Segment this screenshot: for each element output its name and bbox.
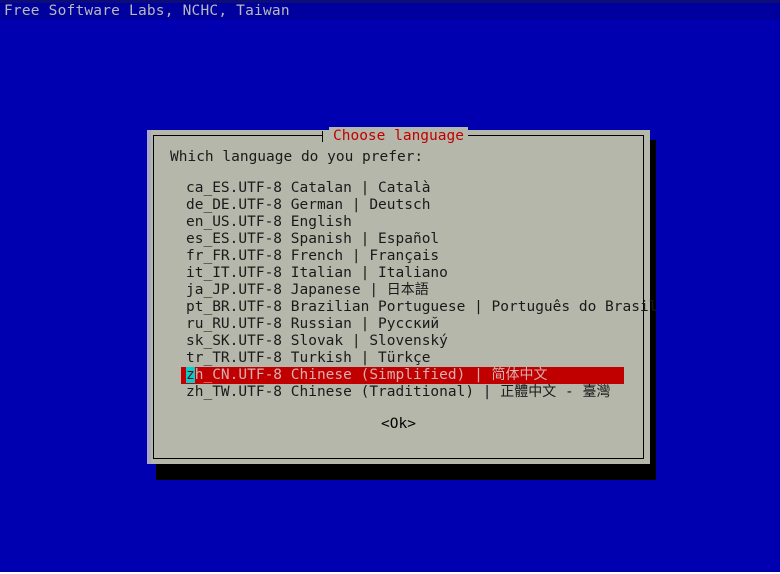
option-text: ja_JP.UTF-8 Japanese |	[186, 282, 387, 298]
language-option[interactable]: en_US.UTF-8 English	[154, 214, 643, 231]
native-name-cjk: 正體中文	[500, 384, 557, 400]
option-text: ca_ES.UTF-8 Catalan | Català	[186, 180, 431, 196]
option-text: zh_TW.UTF-8 Chinese (Traditional) |	[186, 384, 501, 400]
option-text: es_ES.UTF-8 Spanish | Español	[186, 231, 440, 247]
language-option[interactable]: tr_TR.UTF-8 Turkish | Türkçe	[154, 350, 643, 367]
option-text: sk_SK.UTF-8 Slovak | Slovenský	[186, 333, 448, 349]
dialog-title: Choose language	[329, 127, 468, 145]
dialog-frame: Choose language Which language do you pr…	[153, 127, 657, 459]
language-option[interactable]: de_DE.UTF-8 German | Deutsch	[154, 197, 643, 214]
language-option[interactable]: ru_RU.UTF-8 Russian | Русский	[154, 316, 643, 333]
language-option[interactable]: fr_FR.UTF-8 French | Français	[154, 248, 643, 265]
dialog-button-row: <Ok>	[154, 413, 643, 433]
language-option[interactable]: es_ES.UTF-8 Spanish | Español	[154, 231, 643, 248]
option-text: h_CN.UTF-8 Chinese (Simplified) |	[194, 367, 492, 383]
text-cursor: z	[186, 367, 195, 383]
language-option[interactable]: pt_BR.UTF-8 Brazilian Portuguese | Portu…	[154, 299, 657, 316]
terminal-screen: Free Software Labs, NCHC, Taiwan Choose …	[0, 0, 780, 574]
dialog-prompt: Which language do you prefer:	[170, 149, 424, 165]
choose-language-dialog: Choose language Which language do you pr…	[147, 127, 657, 464]
dialog-title-tick-left	[322, 131, 323, 142]
option-text: fr_FR.UTF-8 French | Français	[186, 248, 440, 264]
dialog-left-bevel	[147, 130, 151, 464]
option-text: en_US.UTF-8 English	[186, 214, 352, 230]
language-option[interactable]: it_IT.UTF-8 Italian | Italiano	[154, 265, 643, 282]
option-text: de_DE.UTF-8 German | Deutsch	[186, 197, 431, 213]
language-option[interactable]: zh_CN.UTF-8 Chinese (Simplified) | 简体中文	[181, 367, 624, 384]
option-text: -	[556, 384, 583, 400]
language-option[interactable]: sk_SK.UTF-8 Slovak | Slovenský	[154, 333, 643, 350]
option-text: it_IT.UTF-8 Italian | Italiano	[186, 265, 448, 281]
native-name-cjk: 简体中文	[491, 367, 548, 383]
option-text: tr_TR.UTF-8 Turkish | Türkçe	[186, 350, 431, 366]
banner-text: Free Software Labs, NCHC, Taiwan	[0, 3, 780, 20]
language-option[interactable]: ja_JP.UTF-8 Japanese | 日本語	[154, 282, 643, 299]
option-text: ru_RU.UTF-8 Russian | Русский	[186, 316, 440, 332]
language-option[interactable]: zh_TW.UTF-8 Chinese (Traditional) | 正體中文…	[154, 384, 643, 401]
native-name-cjk: 臺灣	[582, 384, 611, 400]
option-text: pt_BR.UTF-8 Brazilian Portuguese | Portu…	[186, 299, 658, 315]
language-option[interactable]: ca_ES.UTF-8 Catalan | Català	[154, 180, 643, 197]
native-name-cjk: 日本語	[386, 282, 429, 298]
ok-button[interactable]: <Ok>	[381, 415, 416, 433]
language-list[interactable]: ca_ES.UTF-8 Catalan | Català de_DE.UTF-8 …	[154, 180, 657, 401]
